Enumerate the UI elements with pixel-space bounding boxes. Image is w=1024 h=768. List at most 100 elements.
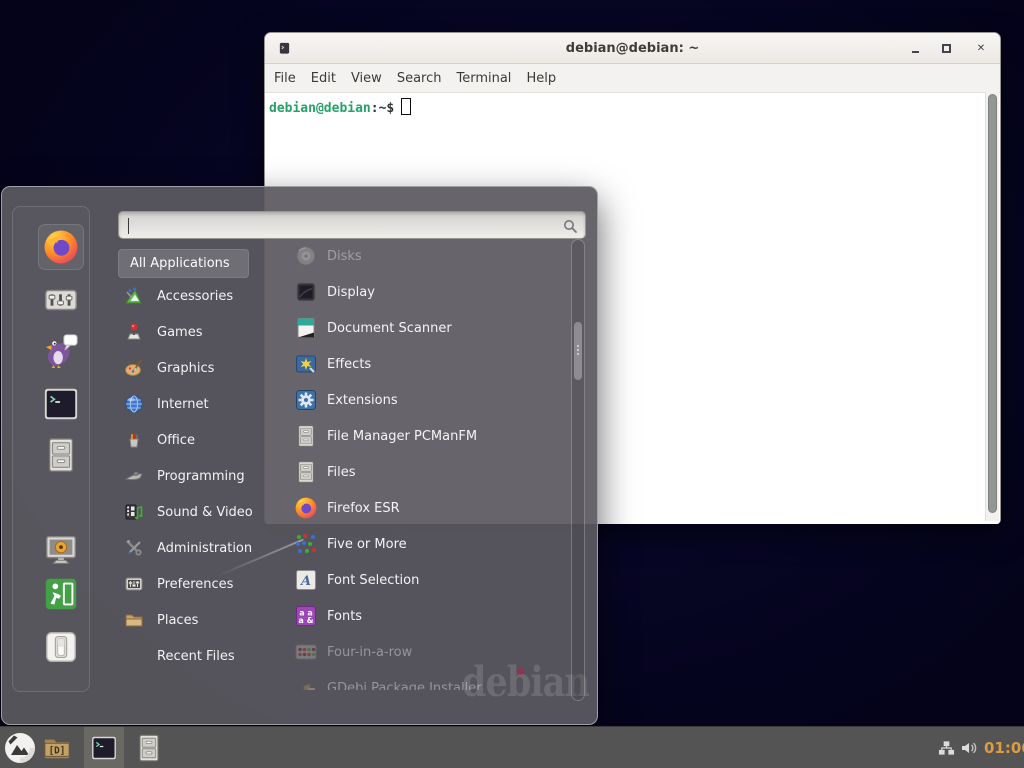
close-button[interactable]	[974, 41, 988, 55]
effects-icon	[294, 352, 318, 376]
file-cabinet-icon	[294, 424, 318, 448]
administration-icon	[124, 538, 144, 558]
places-icon	[124, 610, 144, 630]
category-places[interactable]: Places	[118, 602, 286, 638]
games-icon	[124, 322, 144, 342]
app-row-disks[interactable]: Disks	[284, 238, 569, 274]
file-cabinet-icon	[42, 436, 80, 474]
menu-view[interactable]: View	[351, 71, 382, 86]
maximize-button[interactable]	[939, 41, 953, 55]
file-cabinet-icon	[294, 460, 318, 484]
category-all-applications[interactable]: All Applications	[118, 249, 249, 278]
favorite-pidgin[interactable]	[38, 327, 84, 373]
app-row-effects[interactable]: Effects	[284, 346, 569, 382]
category-graphics[interactable]: Graphics	[118, 350, 286, 386]
app-label: File Manager PCManFM	[327, 429, 477, 444]
clock[interactable]: 01:06	[984, 739, 1024, 757]
minimize-button[interactable]	[908, 41, 922, 55]
disks-icon	[294, 244, 318, 268]
pidgin-icon	[42, 331, 80, 369]
category-label: Sound & Video	[157, 505, 253, 520]
terminal-cursor	[401, 98, 411, 115]
app-row-document-scanner[interactable]: Document Scanner	[284, 310, 569, 346]
favorite-control-center[interactable]	[38, 277, 84, 323]
app-label: Four-in-a-row	[327, 645, 412, 660]
category-label: Places	[157, 613, 198, 628]
app-row-fonts[interactable]: a aa &Fonts	[284, 598, 569, 634]
svg-text:[D]: [D]	[49, 746, 66, 757]
menu-search[interactable]: Search	[397, 71, 442, 86]
accessories-icon	[124, 286, 144, 306]
category-accessories[interactable]: Accessories	[118, 278, 286, 314]
menu-scrollbar-thumb[interactable]	[574, 322, 582, 380]
category-preferences[interactable]: Preferences	[118, 566, 286, 602]
app-row-gdebi[interactable]: GDebi Package Installer	[284, 670, 569, 690]
app-label: Disks	[327, 249, 362, 264]
start-menu-button[interactable]	[4, 732, 36, 764]
category-office[interactable]: Office	[118, 422, 286, 458]
graphics-icon	[124, 358, 144, 378]
volume-icon[interactable]	[960, 740, 978, 756]
display-icon	[294, 280, 318, 304]
fonts-icon: a aa &	[294, 604, 318, 628]
category-internet[interactable]: Internet	[118, 386, 286, 422]
terminal-titlebar[interactable]: debian@debian: ~	[265, 33, 1000, 64]
app-row-four-in-a-row[interactable]: Four-in-a-row	[284, 634, 569, 670]
gdebi-icon	[294, 676, 318, 690]
favorite-logout[interactable]	[38, 571, 84, 617]
category-sound-video[interactable]: Sound & Video	[118, 494, 286, 530]
category-programming[interactable]: Programming	[118, 458, 286, 494]
terminal-scrollbar-thumb[interactable]	[988, 94, 997, 513]
menu-edit[interactable]: Edit	[311, 71, 336, 86]
search-icon	[562, 218, 578, 234]
five-or-more-icon	[294, 532, 318, 556]
taskbar-files-button[interactable]	[134, 733, 164, 763]
app-row-five-or-more[interactable]: Five or More	[284, 526, 569, 562]
favorite-file-manager[interactable]	[38, 432, 84, 478]
app-label: Display	[327, 285, 375, 300]
shell-prompt: debian@debian:~$	[265, 93, 1000, 121]
app-row-display[interactable]: Display	[284, 274, 569, 310]
category-label: Internet	[157, 397, 209, 412]
category-administration[interactable]: Administration	[118, 530, 286, 566]
app-label: Document Scanner	[327, 321, 452, 336]
app-label: Files	[327, 465, 356, 480]
terminal-icon	[90, 734, 118, 762]
search-input[interactable]	[128, 215, 557, 237]
category-label: Administration	[157, 541, 252, 556]
terminal-scrollbar[interactable]	[985, 92, 999, 521]
favorite-shutdown[interactable]	[38, 624, 84, 670]
programming-icon	[124, 466, 144, 486]
menu-search-box	[118, 211, 586, 239]
four-in-a-row-icon	[294, 640, 318, 664]
terminal-icon	[42, 385, 80, 423]
category-label: Graphics	[157, 361, 214, 376]
app-row-firefox-esr[interactable]: Firefox ESR	[284, 490, 569, 526]
firefox-icon	[294, 496, 318, 520]
application-menu: debian All Applications Accessories Game…	[1, 186, 598, 725]
menu-scrollbar[interactable]	[571, 239, 585, 701]
favorite-terminal[interactable]	[38, 381, 84, 427]
menu-file[interactable]: File	[274, 71, 296, 86]
app-row-files[interactable]: Files	[284, 454, 569, 490]
terminal-window-title: debian@debian: ~	[566, 41, 699, 56]
internet-icon	[124, 394, 144, 414]
taskbar-file-manager-button[interactable]: [D]	[41, 734, 73, 762]
taskbar: [D] 01:06	[0, 726, 1024, 768]
category-games[interactable]: Games	[118, 314, 286, 350]
app-row-extensions[interactable]: Extensions	[284, 382, 569, 418]
control-center-icon	[42, 281, 80, 319]
menu-help[interactable]: Help	[526, 71, 556, 86]
app-row-pcmanfm[interactable]: File Manager PCManFM	[284, 418, 569, 454]
extensions-icon	[294, 388, 318, 412]
favorite-firefox[interactable]	[38, 224, 84, 270]
preferences-icon	[124, 574, 144, 594]
app-row-font-selection[interactable]: AFont Selection	[284, 562, 569, 598]
taskbar-terminal-button[interactable]	[84, 727, 124, 768]
category-recent-files[interactable]: Recent Files	[118, 638, 286, 674]
favorite-lock-screen[interactable]	[38, 527, 84, 573]
network-icon[interactable]	[938, 740, 955, 756]
app-label: Extensions	[327, 393, 398, 408]
category-label: Preferences	[157, 577, 233, 592]
menu-terminal[interactable]: Terminal	[456, 71, 511, 86]
